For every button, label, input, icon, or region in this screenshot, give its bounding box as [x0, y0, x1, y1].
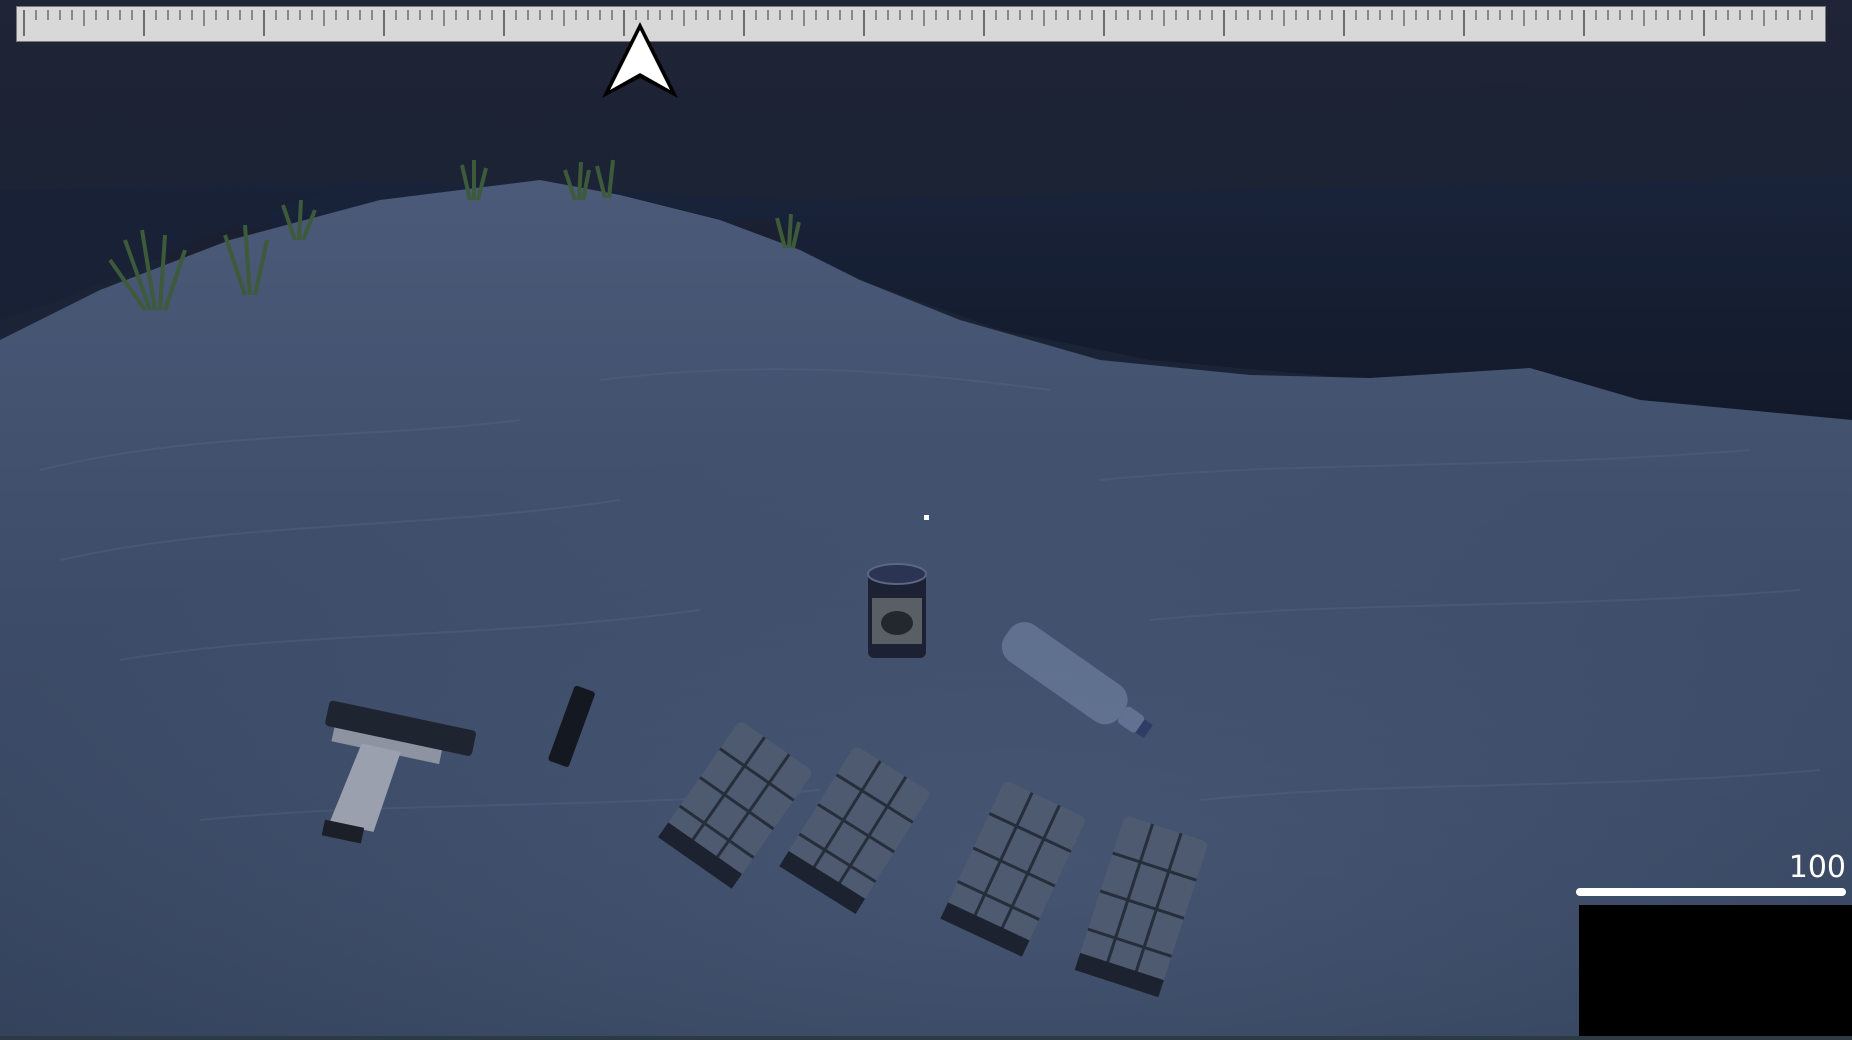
game-scene: [0, 0, 1852, 1040]
crosshair-dot: [924, 515, 929, 520]
health-bar: [1576, 888, 1846, 896]
canned-food[interactable]: [867, 563, 927, 658]
health-value: 100: [1788, 850, 1846, 885]
minimap-panel: [1579, 905, 1852, 1040]
health-bar-fill: [1576, 888, 1846, 896]
bottom-edge: [0, 1036, 1852, 1040]
navigation-arrow-icon: [602, 22, 678, 98]
compass-strip: [16, 6, 1826, 42]
sand-highlight: [0, 340, 1852, 1040]
game-viewport[interactable]: 100: [0, 0, 1852, 1040]
